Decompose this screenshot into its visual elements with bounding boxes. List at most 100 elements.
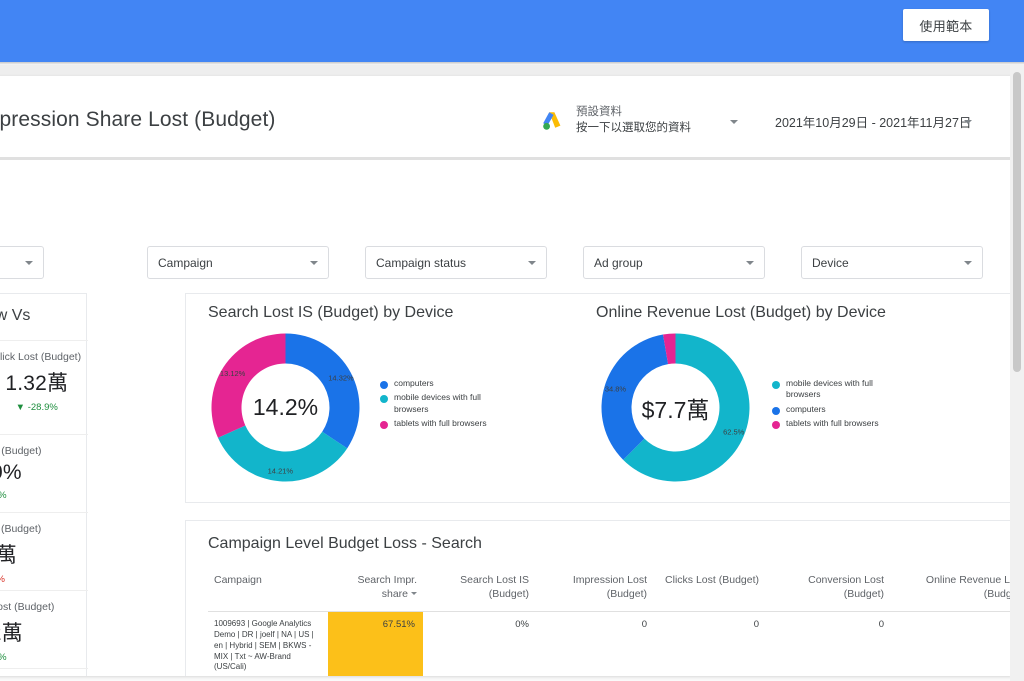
scorecard-value: 1.32萬 <box>5 372 69 395</box>
date-range-selector[interactable]: 2021年10月29日 - 2021年11月27日 <box>775 112 971 131</box>
table-cell: 0 <box>641 619 647 631</box>
scorecard-delta: ▲ 17.7% <box>0 574 86 585</box>
table-cell: 0 <box>878 619 884 631</box>
filter-bar: Campaign Campaign status Ad group Device <box>0 160 1012 279</box>
data-source-selector[interactable]: 預設資料 按一下以選取您的資料 <box>540 101 754 141</box>
legend-item[interactable]: mobile devices with full browsers <box>380 392 500 415</box>
scorecard-value: 14.20% <box>0 461 22 484</box>
report-header: ds Impression Share Lost (Budget) 預設資料 按… <box>0 76 1012 160</box>
scorecard[interactable]: ine Revenue Lost (Budget)$7.67萬▲ 23.1% <box>0 669 88 676</box>
data-source-text: 預設資料 按一下以選取您的資料 <box>576 105 691 136</box>
donut-chart-search-lost-is[interactable]: 14.32% 14.21% 13.12% 14.2% <box>208 330 363 485</box>
data-source-line2: 按一下以選取您的資料 <box>576 122 691 134</box>
scorecard[interactable]: onversion Lost (Budget) 6.88萬 ▲ 17.7% <box>0 513 88 597</box>
scorecard-delta: ▼ -30.0% <box>0 652 86 663</box>
campaign-table-card: Campaign Level Budget Loss - Search Camp… <box>185 520 1012 676</box>
sort-descending-icon[interactable] <box>411 592 417 596</box>
filter-dropdown-device[interactable]: Device <box>801 246 983 279</box>
scorecard-panel: t Lost Overview Vs evious period (Budget… <box>0 293 88 676</box>
legend-item[interactable]: tablets with full browsers <box>380 418 500 430</box>
table-column-header[interactable]: Impression Lost (Budget) <box>535 566 653 611</box>
table-cell: $0 <box>890 612 1012 676</box>
legend-label: tablets with full browsers <box>786 418 879 429</box>
chevron-down-icon[interactable] <box>746 260 754 265</box>
table-row[interactable]: 1009693 | Google Analytics Demo | DR | j… <box>208 612 1012 676</box>
filter-dropdown-ad-group[interactable]: Ad group <box>583 246 765 279</box>
scorecard-row: Search Lost IS (Budget) 14.20% ▼ -36.4% <box>0 434 88 513</box>
legend-item[interactable]: tablets with full browsers <box>772 418 902 430</box>
table-cell: 0% <box>515 619 529 631</box>
scorecard-label: Click Lost (Budget) <box>0 351 82 363</box>
filter-label: Ad group <box>594 255 643 270</box>
legend-item[interactable]: computers <box>772 404 902 415</box>
chevron-down-icon[interactable] <box>25 260 33 265</box>
table-column-header[interactable]: Online Revenue Lost (Budget) <box>890 566 1012 611</box>
table-column-header[interactable]: Conversion Lost (Budget) <box>765 566 890 611</box>
legend-color-swatch-icon <box>772 381 780 389</box>
legend-color-swatch-icon <box>380 395 388 404</box>
scorecard-delta: ▼ -28.9% <box>15 402 58 413</box>
scorecard-row: ent Opportunity Lost (Budget) $2.82萬 ▼ -30… <box>0 590 88 675</box>
filter-dropdown-unlabeled-0[interactable] <box>0 246 44 279</box>
chevron-down-icon[interactable] <box>310 260 318 265</box>
legend-color-swatch-icon <box>380 421 388 430</box>
legend-color-swatch-icon <box>772 406 780 415</box>
chart-title-online-revenue-lost: Online Revenue Lost (Budget) by Device <box>596 304 886 321</box>
report-canvas: ds Impression Share Lost (Budget) 預設資料 按… <box>0 76 1012 676</box>
table-column-header[interactable]: Search Impr. share <box>328 566 423 611</box>
legend-label: computers <box>394 378 434 388</box>
donut-slice-label: 34.8% <box>605 384 627 393</box>
legend-item[interactable]: mobile devices with full browsers <box>772 378 902 401</box>
table-cell: 67.51% <box>328 612 423 676</box>
table-title: Campaign Level Budget Loss - Search <box>208 535 482 552</box>
filter-dropdown-campaign[interactable]: Campaign <box>147 246 329 279</box>
donut-slice-label: 14.32% <box>328 374 354 383</box>
canvas-gap <box>0 65 1024 76</box>
table-column-header[interactable]: Clicks Lost (Budget) <box>653 566 765 611</box>
scorecard-delta: ▼ -36.4% <box>0 490 86 501</box>
legend-label: tablets with full browsers <box>394 418 487 429</box>
chevron-down-icon[interactable] <box>528 260 536 265</box>
legend-color-swatch-icon <box>772 421 780 430</box>
page-scrollbar-thumb[interactable] <box>1013 72 1021 372</box>
legend-label: computers <box>786 403 826 414</box>
table-cell: 0 <box>753 619 759 631</box>
legend-online-revenue-lost: mobile devices with full browsers compute… <box>772 378 902 433</box>
device-breakdown-card: Search Lost IS (Budget) by Device Online… <box>185 293 1012 503</box>
data-source-line1: 預設資料 <box>576 106 622 119</box>
scorecard-value: 6.88萬 <box>0 544 17 567</box>
use-template-button[interactable]: 使用範本 <box>903 9 989 41</box>
legend-label: mobile devices with full browsers <box>394 392 481 414</box>
legend-item[interactable]: computers <box>380 378 500 389</box>
data-source-chevron-down-icon[interactable] <box>730 120 738 124</box>
table-header-row: Campaign Search Impr. share Search Lost IS… <box>208 566 1012 613</box>
table-column-header[interactable]: Search Lost IS (Budget) <box>423 566 535 611</box>
scorecard-label: Search Lost IS (Budget) <box>0 445 42 457</box>
scorecard-label: ent Opportunity Lost (Budget) <box>0 601 55 613</box>
scorecard[interactable]: ent Opportunity Lost (Budget) $2.82萬 ▼ -30… <box>0 591 88 675</box>
filter-dropdown-campaign-status[interactable]: Campaign status <box>365 246 547 279</box>
page-title: Impression Share Lost (Budget) <box>0 108 276 131</box>
top-app-bar <box>0 0 1024 62</box>
filter-label: Campaign status <box>376 255 467 270</box>
filter-label: Campaign <box>158 255 213 270</box>
date-range-chevron-down-icon[interactable] <box>964 120 972 124</box>
table-cell: 1009693 | Google Analytics Demo | DR | j… <box>214 619 314 672</box>
donut-slice[interactable] <box>601 334 669 460</box>
table-column-header[interactable]: Campaign <box>208 566 328 611</box>
scorecard[interactable]: Search Lost IS (Budget) 14.20% ▼ -36.4% <box>0 435 88 513</box>
donut-slice-label: 62.5% <box>723 428 745 437</box>
donut-slice[interactable] <box>211 333 286 438</box>
legend-label: mobile devices with full browsers <box>786 378 873 400</box>
campaign-table: Campaign Search Impr. share Search Lost IS… <box>208 566 1012 676</box>
chevron-down-icon[interactable] <box>964 260 972 265</box>
legend-search-lost-is: computers mobile devices with full browse… <box>380 378 500 433</box>
chart-title-search-lost-is: Search Lost IS (Budget) by Device <box>208 304 454 321</box>
donut-slice-label: 14.21% <box>268 466 294 475</box>
scorecard[interactable]: Click Lost (Budget) 1.32萬 ▼ -28.9% <box>0 341 88 425</box>
donut-slice[interactable] <box>285 333 360 449</box>
google-ads-icon <box>540 108 566 134</box>
scorecard-title-line1: t Lost Overview Vs <box>0 307 31 324</box>
donut-chart-online-revenue-lost[interactable]: 62.5% 34.8% $7.7萬 <box>598 330 753 485</box>
legend-color-swatch-icon <box>380 381 388 389</box>
